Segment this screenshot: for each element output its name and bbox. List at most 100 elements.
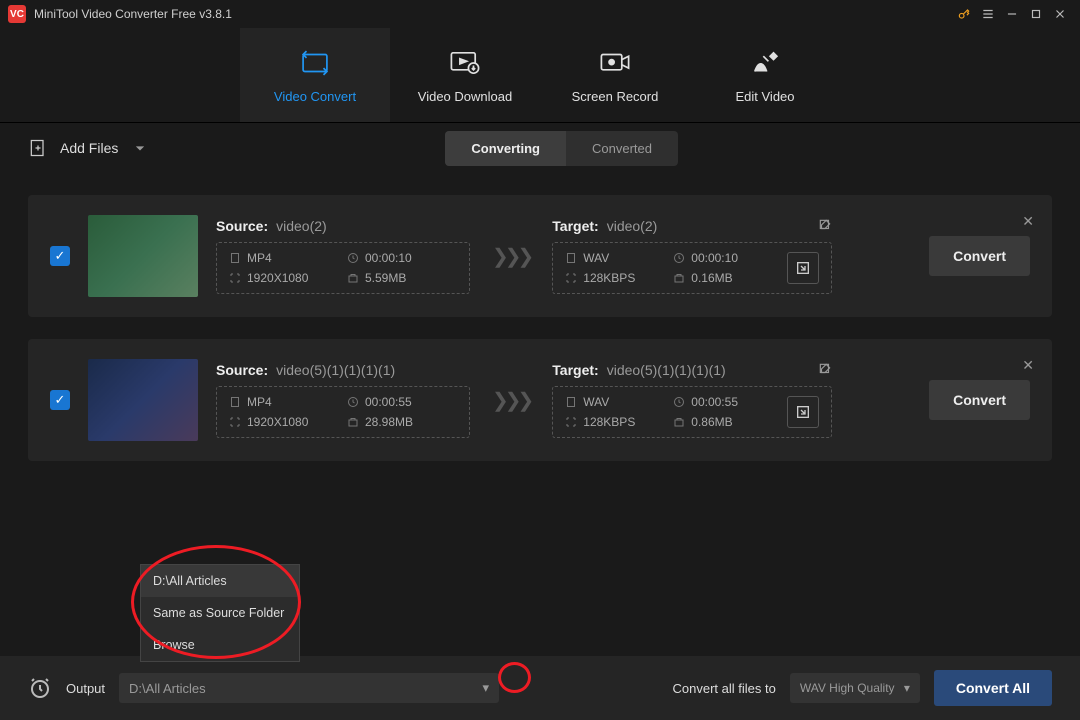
source-duration: 00:00:55: [365, 395, 412, 409]
dropdown-item[interactable]: D:\All Articles: [141, 565, 299, 597]
minimize-icon[interactable]: [1000, 2, 1024, 26]
maximize-icon[interactable]: [1024, 2, 1048, 26]
source-format: MP4: [247, 395, 272, 409]
tab-label: Video Download: [418, 89, 512, 104]
convert-button[interactable]: Convert: [929, 380, 1030, 420]
file-icon: [229, 396, 241, 408]
tab-converted[interactable]: Converted: [566, 131, 678, 166]
thumbnail[interactable]: [88, 215, 198, 297]
target-bitrate: 128KBPS: [583, 415, 635, 429]
source-name: video(2): [276, 218, 327, 234]
clock-icon: [673, 396, 685, 408]
source-size: 5.59MB: [365, 271, 406, 285]
size-icon: [347, 272, 359, 284]
resolution-icon: [229, 272, 241, 284]
chevron-down-icon: ▾: [483, 680, 490, 696]
edit-icon: [748, 47, 782, 79]
status-tabs: Converting Converted: [445, 131, 678, 166]
target-duration: 00:00:10: [691, 251, 738, 265]
size-icon: [673, 272, 685, 284]
remove-row-icon[interactable]: ✕: [1022, 213, 1034, 230]
source-resolution: 1920X1080: [247, 415, 308, 429]
schedule-icon[interactable]: [28, 676, 52, 700]
output-dropdown: D:\All Articles Same as Source Folder Br…: [140, 564, 300, 662]
target-label: Target:: [552, 362, 598, 378]
menu-icon[interactable]: [976, 2, 1000, 26]
tab-label: Edit Video: [735, 89, 794, 104]
source-size: 28.98MB: [365, 415, 413, 429]
target-name: video(2): [607, 218, 658, 234]
tab-screen-record[interactable]: Screen Record: [540, 28, 690, 122]
target-size: 0.86MB: [691, 415, 732, 429]
dropdown-item[interactable]: Same as Source Folder: [141, 597, 299, 629]
source-meta: MP4 00:00:55 1920X1080 28.98MB: [216, 386, 470, 438]
source-label: Source:: [216, 218, 268, 234]
bitrate-icon: [565, 416, 577, 428]
add-files-button[interactable]: Add Files: [28, 138, 150, 158]
source-label: Source:: [216, 362, 268, 378]
file-icon: [229, 252, 241, 264]
tab-video-download[interactable]: Video Download: [390, 28, 540, 122]
tab-edit-video[interactable]: Edit Video: [690, 28, 840, 122]
titlebar: VC MiniTool Video Converter Free v3.8.1: [0, 0, 1080, 28]
source-duration: 00:00:10: [365, 251, 412, 265]
source-name: video(5)(1)(1)(1)(1): [276, 362, 395, 378]
add-file-icon: [28, 138, 48, 158]
file-row: ✓ Source: video(2) MP4 00:00:10 1920X1080…: [28, 195, 1052, 317]
target-size: 0.16MB: [691, 271, 732, 285]
convert-all-label: Convert all files to: [673, 681, 776, 696]
clock-icon: [673, 252, 685, 264]
clock-icon: [347, 252, 359, 264]
app-title: MiniTool Video Converter Free v3.8.1: [34, 7, 232, 21]
tab-label: Video Convert: [274, 89, 356, 104]
file-icon: [565, 396, 577, 408]
output-label: Output: [66, 681, 105, 696]
file-icon: [565, 252, 577, 264]
target-format: WAV: [583, 395, 609, 409]
arrow-icon: ❯❯❯: [488, 244, 534, 269]
size-icon: [673, 416, 685, 428]
tab-converting[interactable]: Converting: [445, 131, 566, 166]
tab-video-convert[interactable]: Video Convert: [240, 28, 390, 122]
size-icon: [347, 416, 359, 428]
convert-button[interactable]: Convert: [929, 236, 1030, 276]
edit-target-icon[interactable]: [818, 218, 832, 235]
checkbox[interactable]: ✓: [50, 246, 70, 266]
checkbox[interactable]: ✓: [50, 390, 70, 410]
file-list: ✓ Source: video(2) MP4 00:00:10 1920X1080…: [0, 195, 1080, 461]
thumbnail[interactable]: [88, 359, 198, 441]
settings-button[interactable]: [787, 252, 819, 284]
output-select[interactable]: D:\All Articles ▾: [119, 673, 499, 703]
source-resolution: 1920X1080: [247, 271, 308, 285]
footer: Output D:\All Articles ▾ Convert all fil…: [0, 656, 1080, 720]
convert-all-button[interactable]: Convert All: [934, 670, 1052, 706]
file-row: ✓ Source: video(5)(1)(1)(1)(1) MP4 00:00:…: [28, 339, 1052, 461]
tab-label: Screen Record: [572, 89, 659, 104]
add-files-label: Add Files: [60, 140, 118, 156]
source-format: MP4: [247, 251, 272, 265]
key-icon[interactable]: [952, 2, 976, 26]
close-icon[interactable]: [1048, 2, 1072, 26]
remove-row-icon[interactable]: ✕: [1022, 357, 1034, 374]
arrow-icon: ❯❯❯: [488, 388, 534, 413]
target-bitrate: 128KBPS: [583, 271, 635, 285]
download-icon: [448, 47, 482, 79]
bitrate-icon: [565, 272, 577, 284]
convert-icon: [298, 47, 332, 79]
source-meta: MP4 00:00:10 1920X1080 5.59MB: [216, 242, 470, 294]
record-icon: [598, 47, 632, 79]
target-meta: WAV 00:00:10 128KBPS 0.16MB: [565, 251, 773, 285]
target-format: WAV: [583, 251, 609, 265]
target-label: Target:: [552, 218, 598, 234]
preset-select[interactable]: WAV High Quality ▾: [790, 673, 920, 703]
chevron-down-icon: [130, 138, 150, 158]
dropdown-item[interactable]: Browse: [141, 629, 299, 661]
target-duration: 00:00:55: [691, 395, 738, 409]
settings-button[interactable]: [787, 396, 819, 428]
target-meta: WAV 00:00:55 128KBPS 0.86MB: [565, 395, 773, 429]
clock-icon: [347, 396, 359, 408]
target-name: video(5)(1)(1)(1)(1): [607, 362, 726, 378]
edit-target-icon[interactable]: [818, 362, 832, 379]
app-logo: VC: [8, 5, 26, 23]
resolution-icon: [229, 416, 241, 428]
